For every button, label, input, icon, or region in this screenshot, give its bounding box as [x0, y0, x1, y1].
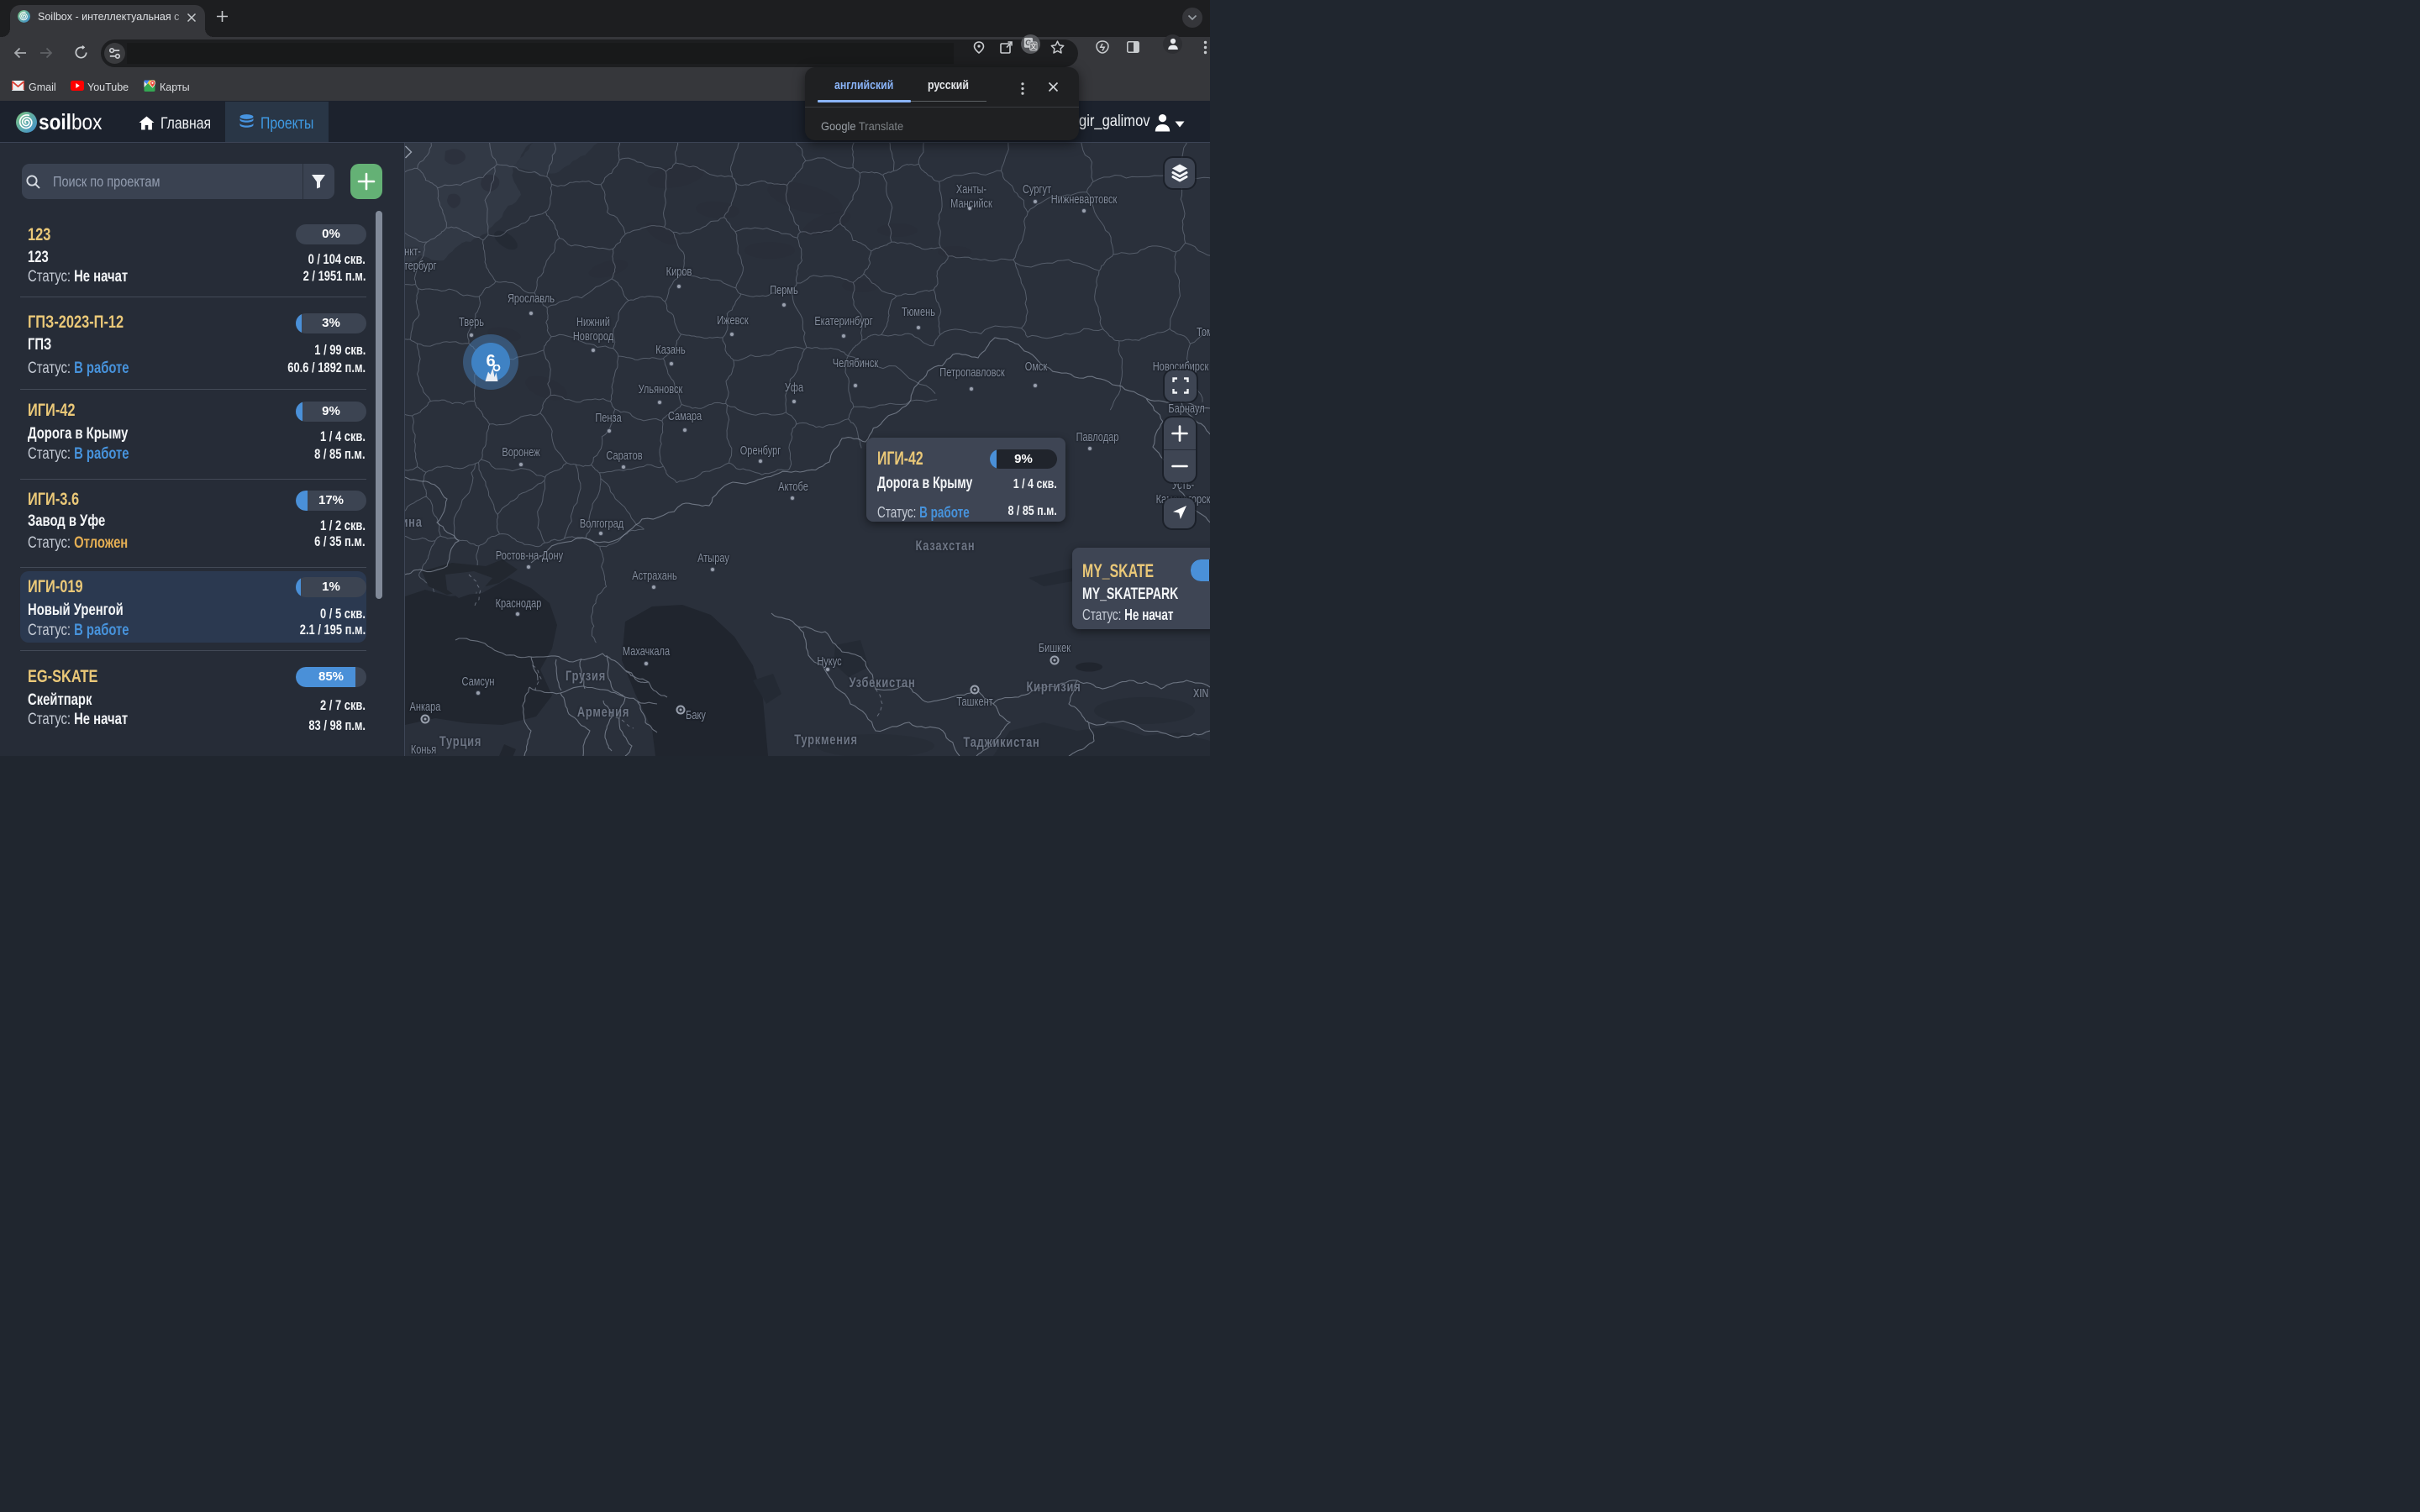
svg-text:文: 文	[1030, 42, 1037, 50]
